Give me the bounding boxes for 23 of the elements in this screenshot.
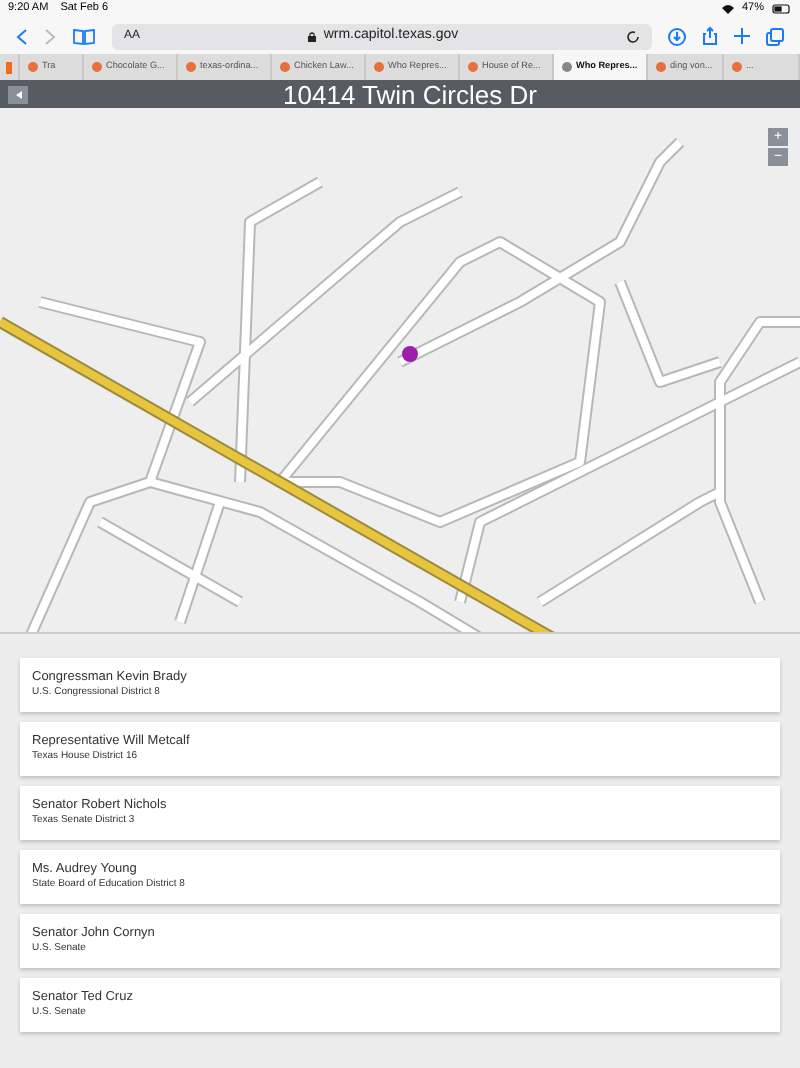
wifi-icon [721,4,734,14]
tab-favicon-icon [374,62,384,72]
book-icon[interactable] [72,27,96,45]
page-title: 10414 Twin Circles Dr [281,81,539,107]
battery-icon [772,4,792,14]
back-icon[interactable] [16,27,28,45]
tab-favicon-icon [468,62,478,72]
tab-favicon-icon [186,62,196,72]
download-icon[interactable] [668,27,686,45]
plus-icon[interactable] [734,28,750,44]
reload-icon[interactable] [626,29,640,43]
tabs-icon[interactable] [766,27,784,45]
share-icon[interactable] [702,26,718,46]
tab-favicon-icon [92,62,102,72]
tab-favicon-icon [28,62,38,72]
tab-favicon-icon [6,61,12,73]
tab-favicon-icon [656,62,666,72]
triangle-icon [13,89,23,99]
tab-favicon-icon [280,62,290,72]
lock-icon [307,31,316,41]
back-button[interactable] [8,85,28,103]
tab-favicon-icon [562,62,572,72]
tab-favicon-icon [732,62,742,72]
